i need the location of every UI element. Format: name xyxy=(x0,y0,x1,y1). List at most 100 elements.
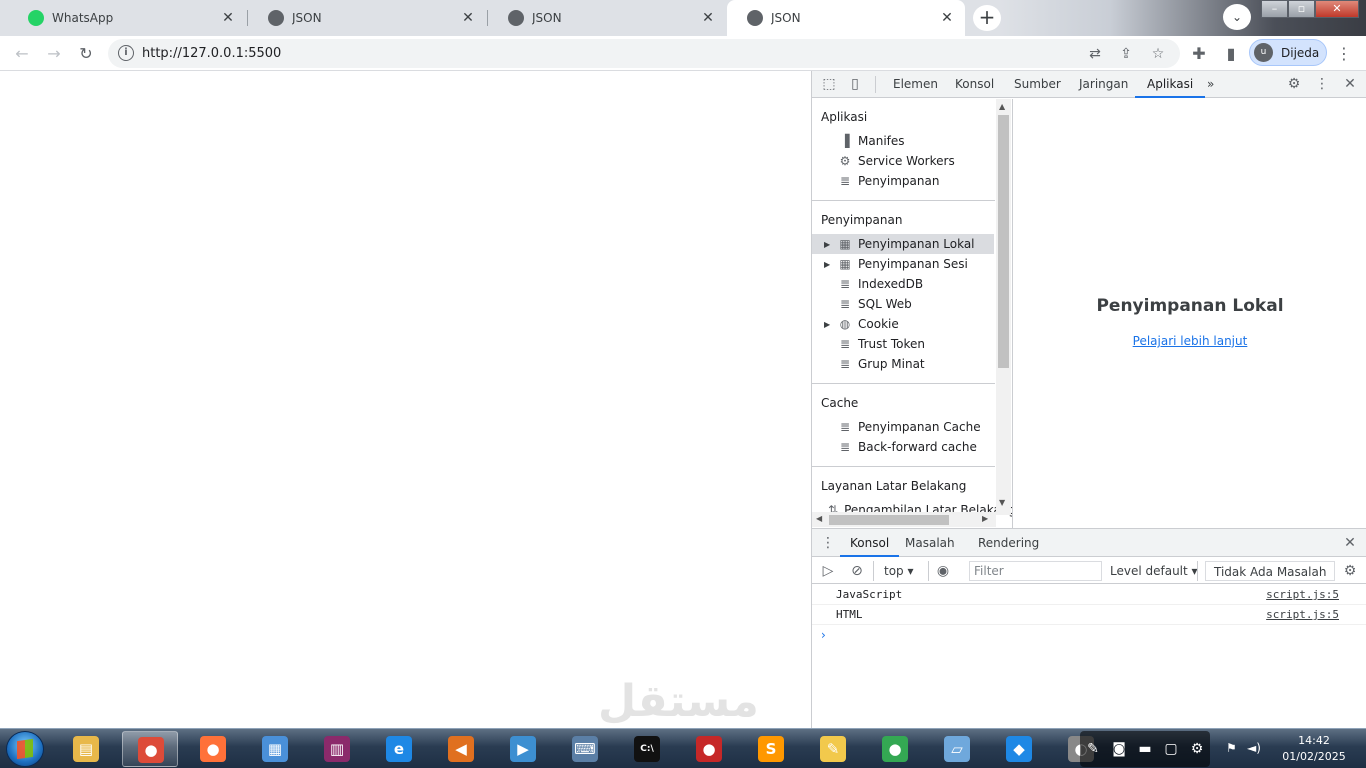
taskbar-app-keyboard[interactable]: ⌨ xyxy=(557,731,613,767)
tab-sources[interactable]: Sumber xyxy=(1014,71,1061,98)
clear-console-icon[interactable]: ⊘ xyxy=(849,563,865,579)
video-icon[interactable]: ▬ xyxy=(1136,741,1154,757)
tray-settings-gear-icon[interactable]: ⚙ xyxy=(1188,741,1206,757)
eye-icon[interactable]: ◉ xyxy=(935,563,951,579)
back-button[interactable]: ← xyxy=(11,43,33,65)
console-filter-input[interactable]: Filter xyxy=(969,561,1102,581)
tab-console[interactable]: Konsol xyxy=(955,71,994,98)
taskbar-app-notepad[interactable]: ▱ xyxy=(929,731,985,767)
sidebar-item-indexeddb[interactable]: ≣ IndexedDB xyxy=(812,274,994,294)
more-tabs-button[interactable]: » xyxy=(1207,71,1214,98)
taskbar-app-vscode[interactable]: ◆ xyxy=(991,731,1047,767)
close-icon[interactable]: ✕ xyxy=(460,10,476,26)
issues-button[interactable]: Tidak Ada Masalah xyxy=(1205,561,1336,581)
scroll-down-arrow[interactable]: ▼ xyxy=(999,498,1005,507)
sidebar-item-service-workers[interactable]: ⚙ Service Workers xyxy=(812,151,994,171)
share-icon[interactable]: ⇪ xyxy=(1117,45,1135,63)
learn-more-link[interactable]: Pelajari lebih lanjut xyxy=(1013,334,1366,348)
customize-kebab-icon[interactable]: ⋮ xyxy=(1314,76,1330,92)
address-bar[interactable]: i http://127.0.0.1:5500 ⇄ ⇪ ☆ xyxy=(108,39,1180,68)
new-tab-button[interactable]: + xyxy=(973,5,1001,31)
scroll-up-arrow[interactable]: ▲ xyxy=(999,102,1005,111)
console-source-link[interactable]: script.js:5 xyxy=(1266,608,1339,621)
window-icon[interactable]: ▢ xyxy=(1162,741,1180,757)
system-clock[interactable]: 14:42 01/02/2025 xyxy=(1272,733,1356,765)
close-icon[interactable]: ✕ xyxy=(939,10,955,26)
translate-icon[interactable]: ⇄ xyxy=(1086,45,1104,63)
tab-elements[interactable]: Elemen xyxy=(893,71,938,98)
close-drawer-icon[interactable]: ✕ xyxy=(1342,535,1358,551)
sidebar-item-cookie[interactable]: ▶ ◍ Cookie xyxy=(812,314,994,334)
reload-button[interactable]: ↻ xyxy=(75,43,97,65)
tab-application[interactable]: Aplikasi xyxy=(1135,71,1206,98)
side-panel-icon[interactable]: ▮ xyxy=(1220,43,1242,65)
console-sidebar-icon[interactable]: ▷ xyxy=(820,563,836,579)
sidebar-item-web-sql[interactable]: ≣ SQL Web xyxy=(812,294,994,314)
console-prompt[interactable]: › xyxy=(821,628,826,642)
drawer-menu-kebab-icon[interactable]: ⋮ xyxy=(820,535,836,551)
pen-icon[interactable]: ✎ xyxy=(1084,741,1102,757)
expand-arrow-icon[interactable]: ▶ xyxy=(824,320,834,329)
volume-icon[interactable]: ◄) xyxy=(1247,741,1261,755)
extensions-icon[interactable]: ✚ xyxy=(1188,43,1210,65)
close-devtools-icon[interactable]: ✕ xyxy=(1342,76,1358,92)
taskbar-app-sublime[interactable]: S xyxy=(743,731,799,767)
close-icon[interactable]: ✕ xyxy=(220,10,236,26)
camera-icon[interactable]: ◙ xyxy=(1110,741,1128,757)
forward-button[interactable]: → xyxy=(43,43,65,65)
start-button[interactable] xyxy=(6,731,44,767)
sidebar-item-trust-token[interactable]: ≣ Trust Token xyxy=(812,334,994,354)
sidebar-item-storage[interactable]: ≣ Penyimpanan xyxy=(812,171,994,191)
sidebar-item-session-storage[interactable]: ▶ ▦ Penyimpanan Sesi xyxy=(812,254,994,274)
tab-search-button[interactable]: ⌄ xyxy=(1223,4,1251,30)
scrollbar-thumb[interactable] xyxy=(829,515,949,525)
taskbar-app-firefox[interactable]: ● xyxy=(185,731,241,767)
taskbar-app-tools[interactable]: ✎ xyxy=(805,731,861,767)
drawer-tab-console[interactable]: Konsol xyxy=(840,529,900,557)
scroll-left-arrow[interactable]: ◀ xyxy=(816,514,822,523)
taskbar-app-audio[interactable]: ◀ xyxy=(433,731,489,767)
window-close-button[interactable]: ✕ xyxy=(1315,0,1359,18)
sidebar-item-cache-storage[interactable]: ≣ Penyimpanan Cache xyxy=(812,417,994,437)
tab-json-2[interactable]: JSON ✕ xyxy=(488,0,726,36)
tab-json-active[interactable]: JSON ✕ xyxy=(727,0,965,36)
drawer-tab-rendering[interactable]: Rendering xyxy=(978,529,1039,557)
taskbar-app-winrar[interactable]: ▥ xyxy=(309,731,365,767)
expand-arrow-icon[interactable]: ▶ xyxy=(824,240,834,249)
log-level-dropdown[interactable]: Level default ▾ xyxy=(1110,561,1198,581)
taskbar-app-chrome[interactable]: ● xyxy=(122,731,178,767)
close-icon[interactable]: ✕ xyxy=(700,10,716,26)
site-info-icon[interactable]: i xyxy=(118,45,134,61)
taskbar-app-chrome-2[interactable]: ● xyxy=(867,731,923,767)
taskbar-app-internet-explorer[interactable]: e xyxy=(371,731,427,767)
tab-json-1[interactable]: JSON ✕ xyxy=(248,0,486,36)
sidebar-item-back-forward-cache[interactable]: ≣ Back-forward cache xyxy=(812,437,994,457)
taskbar-app-record[interactable]: ● xyxy=(681,731,737,767)
scrollbar-thumb[interactable] xyxy=(998,115,1009,368)
taskbar-app-explorer[interactable]: ▤ xyxy=(58,731,114,767)
menu-kebab-icon[interactable]: ⋮ xyxy=(1333,43,1355,65)
sidebar-horizontal-scrollbar[interactable]: ◀ ▶ xyxy=(812,512,996,527)
sidebar-item-manifest[interactable]: ▐ Manifes xyxy=(812,131,994,151)
tab-network[interactable]: Jaringan xyxy=(1079,71,1128,98)
url-text[interactable]: http://127.0.0.1:5500 xyxy=(142,46,281,61)
settings-gear-icon[interactable]: ⚙ xyxy=(1286,76,1302,92)
taskbar-app-media-player[interactable]: ▶ xyxy=(495,731,551,767)
minimize-button[interactable]: – xyxy=(1261,0,1288,18)
profile-button[interactable]: u Dijeda xyxy=(1249,39,1327,66)
taskbar-app-cmd[interactable]: C:\ xyxy=(619,731,675,767)
console-source-link[interactable]: script.js:5 xyxy=(1266,588,1339,601)
sidebar-item-interest-groups[interactable]: ≣ Grup Minat xyxy=(812,354,994,374)
device-toolbar-icon[interactable]: ▯ xyxy=(847,76,863,92)
tab-whatsapp[interactable]: WhatsApp ✕ xyxy=(8,0,246,36)
console-settings-gear-icon[interactable]: ⚙ xyxy=(1342,563,1358,579)
flag-icon[interactable]: ⚑ xyxy=(1226,741,1237,755)
scroll-right-arrow[interactable]: ▶ xyxy=(982,514,988,523)
bookmark-star-icon[interactable]: ☆ xyxy=(1149,45,1167,63)
sidebar-vertical-scrollbar[interactable]: ▲ ▼ xyxy=(996,99,1011,515)
context-selector[interactable]: top ▾ xyxy=(884,561,914,581)
expand-arrow-icon[interactable]: ▶ xyxy=(824,260,834,269)
sidebar-item-local-storage[interactable]: ▶ ▦ Penyimpanan Lokal xyxy=(812,234,994,254)
inspect-element-icon[interactable]: ⬚ xyxy=(821,76,837,92)
drawer-tab-issues[interactable]: Masalah xyxy=(905,529,955,557)
